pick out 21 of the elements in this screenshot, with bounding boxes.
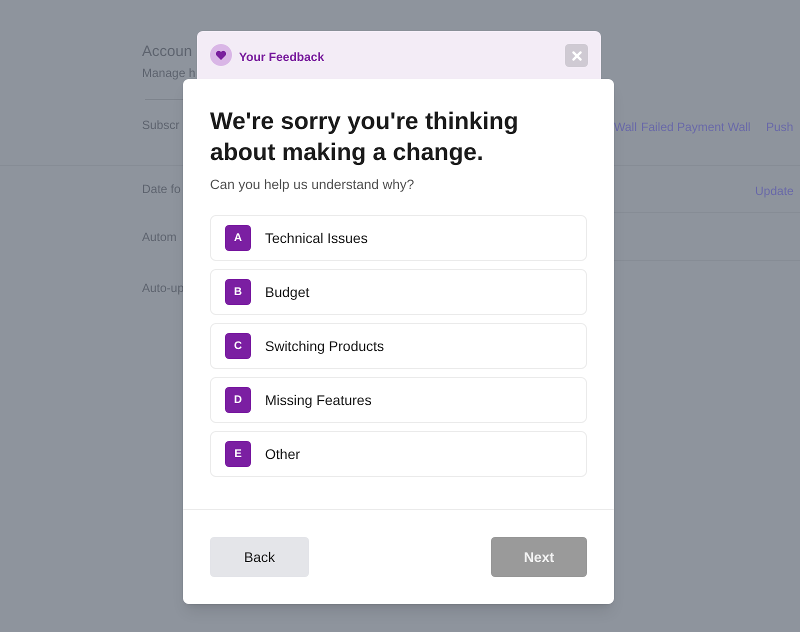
dialog-title: Your Feedback — [239, 49, 326, 66]
option-item[interactable]: A Technical Issues — [210, 215, 587, 262]
option-label: Switching Products — [265, 336, 384, 356]
option-key: E — [225, 441, 251, 468]
close-icon — [572, 50, 582, 60]
option-label: Technical Issues — [265, 228, 368, 248]
option-item[interactable]: D Missing Features — [210, 377, 587, 424]
option-key: D — [225, 387, 251, 414]
option-label: Other — [265, 444, 300, 464]
option-item[interactable]: C Switching Products — [210, 323, 587, 370]
option-item[interactable]: E Other — [210, 431, 587, 478]
dialog-heading: We're sorry you're thinking about making a change. — [210, 107, 520, 168]
back-button[interactable]: Back — [210, 537, 309, 577]
option-key: A — [225, 225, 251, 252]
option-label: Budget — [265, 282, 310, 302]
option-label: Missing Features — [265, 390, 372, 410]
close-button[interactable] — [565, 44, 588, 67]
option-item[interactable]: B Budget — [210, 269, 587, 316]
option-key: C — [225, 333, 251, 360]
dialog-subheading: Can you help us understand why? — [210, 176, 416, 194]
option-key: B — [225, 279, 251, 306]
